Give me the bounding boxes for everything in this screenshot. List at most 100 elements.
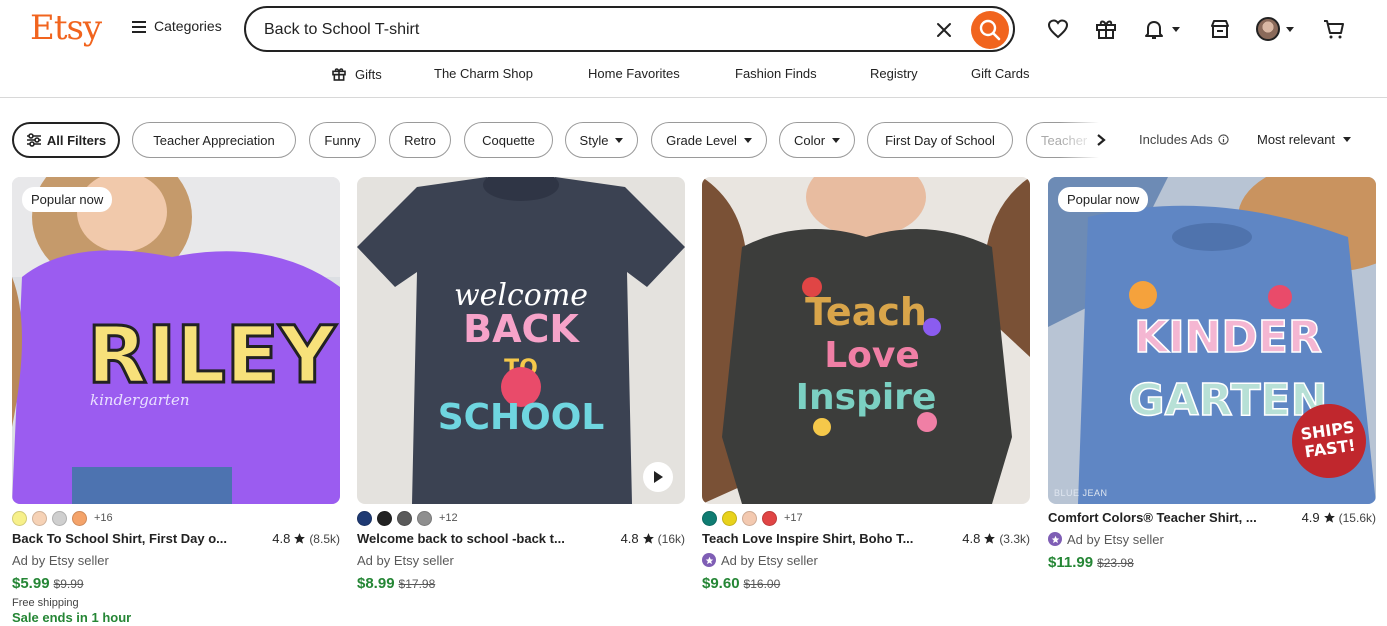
- welcome-back-shirt-image: welcome BACK TO SCHOOL: [357, 177, 685, 504]
- shop-manager-button[interactable]: [1208, 16, 1232, 42]
- account-button[interactable]: [1256, 16, 1294, 42]
- listing-card[interactable]: RILEY kindergarten Popular now +16 Back …: [12, 177, 340, 625]
- review-count: (8.5k): [309, 531, 340, 546]
- shipping-note: Free shipping: [12, 597, 79, 609]
- nav-fashion-finds[interactable]: Fashion Finds: [735, 66, 817, 81]
- play-icon: [654, 471, 663, 483]
- listing-rating: 4.8 (8.5k): [272, 531, 340, 546]
- chip-first-day-of-school[interactable]: First Day of School: [867, 122, 1013, 158]
- listing-title[interactable]: Welcome back to school -back t...: [357, 531, 587, 546]
- review-count: (16k): [657, 531, 685, 546]
- nav-registry[interactable]: Registry: [870, 66, 918, 81]
- header-divider: [0, 97, 1387, 98]
- play-video-button[interactable]: [643, 462, 673, 492]
- listing-title[interactable]: Teach Love Inspire Shirt, Boho T...: [702, 531, 932, 546]
- swatch[interactable]: [357, 510, 372, 526]
- swatch[interactable]: [72, 510, 87, 526]
- header: Etsy Categories: [0, 0, 1387, 60]
- store-icon: [1211, 20, 1229, 38]
- swatch[interactable]: [32, 510, 47, 526]
- search-icon: [979, 19, 1001, 41]
- listing-image[interactable]: RILEY kindergarten Popular now: [12, 177, 340, 504]
- listing-image[interactable]: welcome BACK TO SCHOOL: [357, 177, 685, 504]
- listing-title[interactable]: Back To School Shirt, First Day o...: [12, 531, 242, 546]
- rating-value: 4.8: [620, 531, 639, 546]
- chevron-down-icon: [1343, 137, 1352, 142]
- bell-icon: [1145, 21, 1163, 39]
- original-price: $23.98: [1097, 556, 1134, 570]
- review-count: (3.3k): [999, 531, 1030, 546]
- chevron-down-icon: [1172, 26, 1180, 32]
- listing-card[interactable]: Teach Love Inspire +17 Teach Love Inspir…: [702, 177, 1030, 595]
- filter-bar: All Filters Teacher Appreciation Funny R…: [0, 122, 1387, 160]
- nav-gifts[interactable]: Gifts: [331, 66, 382, 82]
- heart-icon: [1047, 19, 1069, 39]
- categories-button[interactable]: Categories: [132, 18, 222, 34]
- avatar: [1256, 17, 1280, 41]
- includes-ads-label: Includes Ads: [1139, 132, 1213, 147]
- swatch[interactable]: [377, 510, 392, 526]
- search-input[interactable]: [264, 18, 904, 42]
- search-button[interactable]: [971, 11, 1009, 49]
- chip-grade-level[interactable]: Grade Level: [651, 122, 767, 158]
- star-icon: [984, 533, 996, 544]
- chip-teacher-appreciation[interactable]: Teacher Appreciation: [132, 122, 296, 158]
- clear-search-icon[interactable]: [934, 20, 954, 40]
- listing-card[interactable]: KINDER GARTEN Popular now SHIPS FAST! BL…: [1048, 177, 1376, 574]
- chip-color[interactable]: Color: [779, 122, 855, 158]
- kid-riley-shirt-image: RILEY kindergarten: [12, 177, 340, 504]
- listing-image[interactable]: KINDER GARTEN Popular now SHIPS FAST! BL…: [1048, 177, 1376, 504]
- all-filters-button[interactable]: All Filters: [12, 122, 120, 158]
- nav-gift-cards[interactable]: Gift Cards: [971, 66, 1030, 81]
- swatch[interactable]: [397, 510, 412, 526]
- notifications-button[interactable]: [1142, 16, 1180, 42]
- sale-price: $11.99: [1048, 554, 1094, 571]
- etsy-logo[interactable]: Etsy: [30, 8, 102, 48]
- chevron-right-icon[interactable]: [1095, 133, 1107, 147]
- more-colors: +16: [94, 512, 113, 524]
- color-tag: BLUE JEAN: [1054, 488, 1108, 498]
- more-colors: +12: [439, 512, 458, 524]
- swatch[interactable]: [52, 510, 67, 526]
- filter-sliders-icon: [26, 133, 41, 147]
- favorites-button[interactable]: [1046, 16, 1070, 42]
- swatch[interactable]: [12, 510, 27, 526]
- chevron-down-icon: [743, 137, 752, 143]
- chip-coquette[interactable]: Coquette: [464, 122, 553, 158]
- nav-gifts-label: Gifts: [355, 67, 382, 82]
- sort-dropdown[interactable]: Most relevant: [1257, 132, 1352, 147]
- chip-fade-overlay: [1060, 122, 1120, 158]
- rating-value: 4.8: [272, 531, 291, 546]
- swatch[interactable]: [702, 510, 717, 526]
- listing-image[interactable]: Teach Love Inspire: [702, 177, 1030, 504]
- nav-home-favorites[interactable]: Home Favorites: [588, 66, 680, 81]
- includes-ads[interactable]: Includes Ads: [1139, 132, 1229, 147]
- swatch[interactable]: [762, 510, 777, 526]
- listing-card[interactable]: welcome BACK TO SCHOOL +12 Welcome back …: [357, 177, 685, 595]
- original-price: $17.98: [398, 577, 436, 591]
- chevron-down-icon: [832, 137, 841, 143]
- chip-retro[interactable]: Retro: [389, 122, 451, 158]
- cart-button[interactable]: [1322, 16, 1346, 42]
- swatch[interactable]: [742, 510, 757, 526]
- teach-love-inspire-shirt-image: Teach Love Inspire: [702, 177, 1030, 504]
- ad-row: Ad by Etsy seller: [702, 551, 1030, 569]
- original-price: $9.99: [53, 577, 84, 591]
- nav-charm-shop[interactable]: The Charm Shop: [434, 66, 533, 81]
- popular-badge: Popular now: [1058, 187, 1149, 212]
- gift-icon: [1096, 20, 1116, 39]
- gifts-button[interactable]: [1094, 16, 1118, 42]
- inspire-print: Inspire: [796, 377, 937, 418]
- swatch[interactable]: [417, 510, 432, 526]
- love-print: Love: [824, 335, 920, 376]
- sale-timer: Sale ends in 1 hour: [12, 610, 132, 625]
- listing-rating: 4.8 (16k): [621, 531, 685, 546]
- chip-style[interactable]: Style: [565, 122, 638, 158]
- chip-funny[interactable]: Funny: [309, 122, 376, 158]
- sale-price: $5.99: [12, 575, 50, 592]
- swatch[interactable]: [722, 510, 737, 526]
- listing-title[interactable]: Comfort Colors® Teacher Shirt, ...: [1048, 510, 1278, 525]
- gift-icon: [332, 68, 346, 81]
- menu-icon: [132, 20, 146, 33]
- teach-print: Teach: [805, 290, 927, 334]
